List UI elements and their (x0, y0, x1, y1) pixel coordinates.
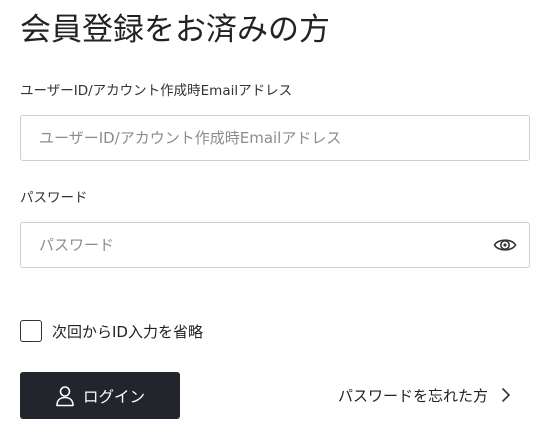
password-input[interactable] (21, 223, 529, 267)
eye-icon[interactable] (493, 235, 517, 255)
remember-id-option[interactable]: 次回からID入力を省略 (20, 318, 203, 344)
remember-id-checkbox[interactable] (20, 320, 42, 342)
remember-id-label: 次回からID入力を省略 (52, 322, 203, 341)
password-label: パスワード (20, 190, 88, 206)
forgot-password-link[interactable]: パスワードを忘れた方 (338, 383, 512, 407)
user-id-label: ユーザーID/アカウント作成時Emailアドレス (20, 83, 293, 99)
user-icon (56, 385, 74, 406)
login-page: 会員登録をお済みの方 ユーザーID/アカウント作成時Emailアドレス パスワー… (0, 0, 559, 433)
page-title: 会員登録をお済みの方 (20, 12, 330, 48)
password-field-box (20, 222, 530, 268)
login-button[interactable]: ログイン (20, 372, 180, 419)
chevron-right-icon (502, 388, 510, 402)
user-id-field-box (20, 115, 530, 161)
login-button-label: ログイン (82, 388, 145, 406)
forgot-password-label: パスワードを忘れた方 (338, 386, 489, 405)
user-id-input[interactable] (21, 116, 529, 160)
